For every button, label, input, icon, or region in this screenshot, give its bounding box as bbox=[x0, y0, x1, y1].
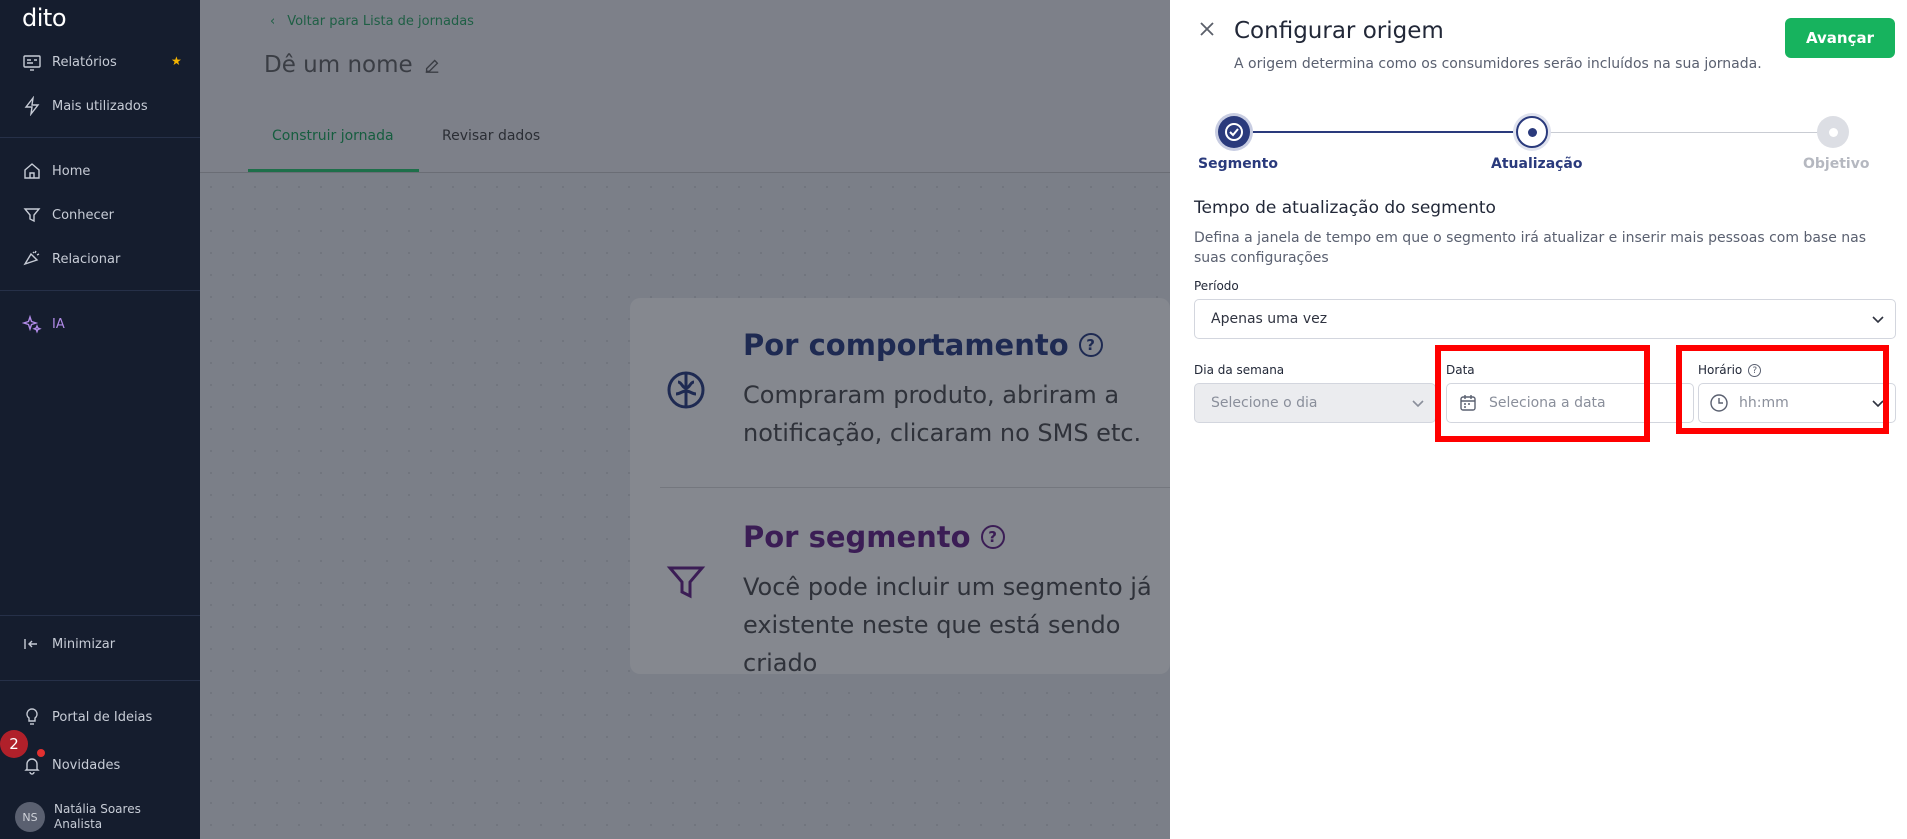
filter-icon bbox=[23, 208, 41, 223]
weekday-label: Dia da semana bbox=[1194, 363, 1285, 377]
sparkles-icon bbox=[22, 314, 42, 334]
help-icon[interactable]: ? bbox=[1078, 333, 1103, 357]
sidebar-divider bbox=[0, 137, 200, 138]
chevron-down-icon bbox=[1872, 316, 1884, 324]
user-info[interactable]: Natália Soares Analista bbox=[54, 802, 141, 832]
sidebar-item-mais-utilizados[interactable]: Mais utilizados bbox=[22, 96, 148, 116]
home-icon bbox=[24, 163, 40, 179]
period-select-value: Apenas uma vez bbox=[1211, 311, 1328, 327]
step-segmento-label: Segmento bbox=[1198, 156, 1278, 172]
sidebar-item-home[interactable]: Home bbox=[22, 161, 90, 181]
help-icon[interactable]: ? bbox=[980, 525, 1005, 549]
funnel-icon bbox=[666, 566, 706, 599]
option-title-text: Por segmento bbox=[743, 520, 971, 554]
sidebar-item-label: Portal de Ideias bbox=[52, 709, 153, 725]
journey-name-text: Dê um nome bbox=[264, 52, 413, 78]
weekday-select[interactable]: Selecione o dia bbox=[1194, 383, 1436, 423]
tab-revisar-dados[interactable]: Revisar dados bbox=[442, 128, 540, 144]
sidebar-item-label: Relacionar bbox=[52, 251, 121, 267]
sidebar-item-relacionar[interactable]: Relacionar bbox=[22, 249, 120, 269]
highlight-box-date bbox=[1435, 345, 1650, 442]
lightning-icon bbox=[24, 96, 40, 116]
sidebar: dito Relatórios ★ Mais utilizados Home C… bbox=[0, 0, 200, 839]
bell-icon bbox=[24, 758, 40, 775]
chevron-left-icon: ‹ bbox=[270, 14, 276, 29]
back-link-label: Voltar para Lista de jornadas bbox=[287, 14, 474, 29]
sidebar-item-label: Minimizar bbox=[52, 636, 116, 652]
section-title: Tempo de atualização do segmento bbox=[1194, 198, 1496, 218]
period-select[interactable]: Apenas uma vez bbox=[1194, 299, 1896, 339]
option-title-text: Por comportamento bbox=[743, 328, 1069, 362]
sidebar-item-label: Conhecer bbox=[52, 207, 114, 223]
notification-dot bbox=[37, 749, 45, 757]
lightbulb-icon bbox=[26, 708, 38, 725]
option-segment-description: Você pode incluir um segmento já existen… bbox=[743, 573, 1152, 677]
next-button[interactable]: Avançar bbox=[1785, 18, 1895, 58]
sidebar-item-ia[interactable]: IA bbox=[22, 314, 65, 334]
option-behavior-description: Compraram produto, abriram a notificação… bbox=[743, 381, 1142, 447]
sidebar-divider bbox=[0, 290, 200, 291]
collapse-icon bbox=[24, 639, 37, 649]
step-atualizacao-label: Atualização bbox=[1491, 156, 1583, 172]
step-objetivo-label: Objetivo bbox=[1803, 156, 1870, 172]
minimize-sidebar-button[interactable]: Minimizar bbox=[22, 634, 115, 654]
journey-header: ‹ Voltar para Lista de jornadas Dê um no… bbox=[200, 0, 1170, 173]
sidebar-item-label: Novidades bbox=[52, 757, 121, 773]
notification-count-badge[interactable]: 2 bbox=[0, 730, 28, 758]
sidebar-item-portal-ideias[interactable]: Portal de Ideias bbox=[22, 707, 152, 727]
sidebar-divider bbox=[0, 680, 200, 681]
section-description: Defina a janela de tempo em que o segmen… bbox=[1194, 230, 1867, 266]
check-circle-icon bbox=[1225, 123, 1243, 141]
step-segmento[interactable] bbox=[1218, 116, 1250, 148]
back-to-journeys-link[interactable]: ‹ Voltar para Lista de jornadas bbox=[270, 14, 474, 29]
sidebar-divider bbox=[0, 615, 200, 616]
close-icon[interactable] bbox=[1197, 19, 1217, 39]
period-label: Período bbox=[1194, 279, 1239, 293]
favorite-star-icon: ★ bbox=[171, 54, 182, 68]
configure-origin-panel: Configurar origem A origem determina com… bbox=[1170, 0, 1907, 839]
panel-title: Configurar origem bbox=[1234, 18, 1444, 44]
step-atualizacao[interactable] bbox=[1516, 116, 1548, 148]
dito-logo[interactable]: dito bbox=[22, 4, 67, 32]
user-avatar[interactable]: NS bbox=[15, 802, 45, 832]
sidebar-item-label: Relatórios bbox=[52, 54, 117, 70]
main-content-overlay: ‹ Voltar para Lista de jornadas Dê um no… bbox=[200, 0, 1170, 839]
user-role: Analista bbox=[54, 817, 103, 831]
stepper-line-completed bbox=[1234, 131, 1516, 133]
card-divider bbox=[660, 487, 1170, 488]
weekday-select-placeholder: Selecione o dia bbox=[1211, 395, 1318, 411]
option-behavior-title[interactable]: Por comportamento ? bbox=[743, 328, 1103, 362]
option-segment-title[interactable]: Por segmento ? bbox=[743, 520, 1005, 554]
reports-icon bbox=[23, 55, 41, 71]
highlight-box-time bbox=[1676, 345, 1889, 434]
sidebar-item-label: Mais utilizados bbox=[52, 98, 148, 114]
journey-name[interactable]: Dê um nome bbox=[264, 52, 441, 78]
sidebar-item-novidades[interactable]: Novidades bbox=[22, 755, 120, 775]
panel-subtitle: A origem determina como os consumidores … bbox=[1234, 56, 1762, 72]
sidebar-item-label: IA bbox=[52, 316, 65, 332]
user-name: Natália Soares bbox=[54, 802, 141, 816]
sidebar-item-label: Home bbox=[52, 163, 91, 179]
pending-step-dot bbox=[1828, 127, 1838, 137]
pencil-icon bbox=[425, 59, 439, 73]
brain-icon bbox=[667, 371, 705, 409]
sidebar-item-conhecer[interactable]: Conhecer bbox=[22, 205, 114, 225]
tabs-divider bbox=[200, 172, 1170, 173]
current-step-dot bbox=[1527, 127, 1537, 137]
origin-options-card: Por comportamento ? Compraram produto, a… bbox=[630, 298, 1170, 677]
stepper-line-pending bbox=[1548, 132, 1836, 133]
chevron-down-icon bbox=[1412, 400, 1424, 408]
tab-construir-jornada[interactable]: Construir jornada bbox=[272, 128, 394, 144]
step-objetivo[interactable] bbox=[1817, 116, 1849, 148]
sidebar-item-relatorios[interactable]: Relatórios bbox=[22, 52, 117, 72]
megaphone-icon bbox=[23, 250, 40, 266]
